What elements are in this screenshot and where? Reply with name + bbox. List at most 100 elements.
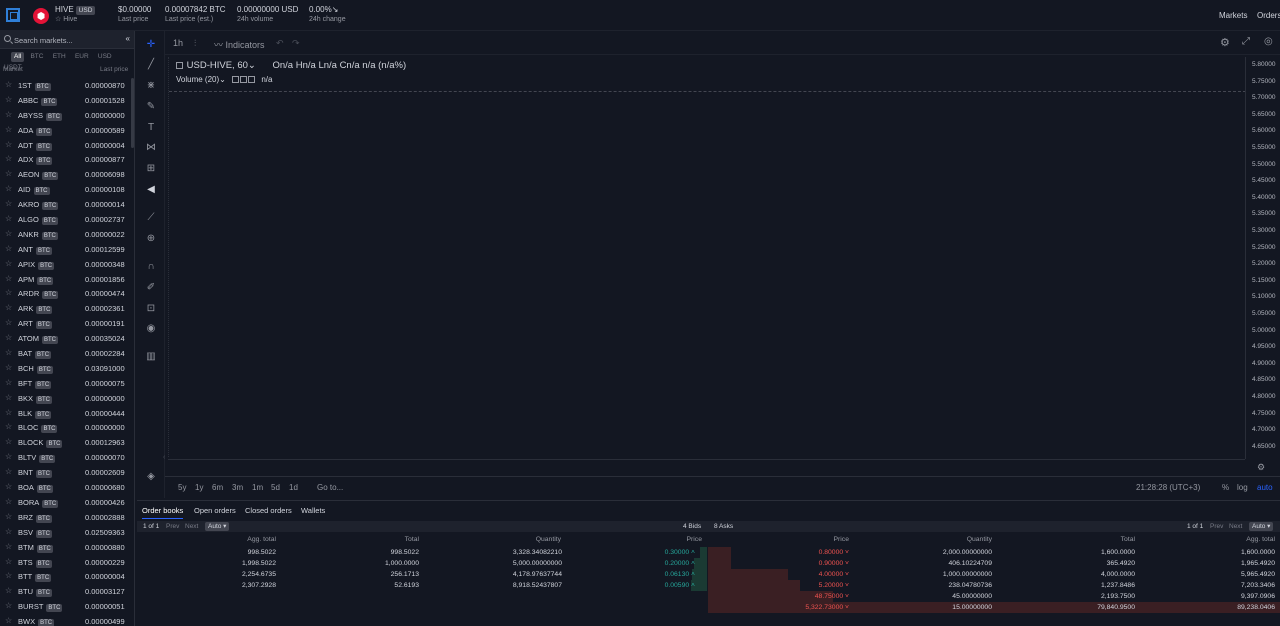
star-icon[interactable]: ☆ [5, 318, 12, 328]
star-icon[interactable]: ☆ [5, 154, 12, 164]
bid-row[interactable]: 2,254.6735 256.1713 4,178.97637744 0.06130 … [137, 569, 707, 580]
market-row[interactable]: ☆ ALGO BTC 0.00002737 [0, 212, 131, 227]
range-1m[interactable]: 1m [252, 483, 263, 492]
zoom-in-icon[interactable]: ⊕ [145, 233, 157, 245]
bids-auto-select[interactable]: Auto ▾ [205, 522, 230, 531]
market-row[interactable]: ☆ BLTV BTC 0.00000070 [0, 450, 131, 465]
filter-all[interactable]: All [11, 52, 25, 62]
market-row[interactable]: ☆ BKX BTC 0.00000000 [0, 391, 131, 406]
ruler-icon[interactable]: ⟋ [145, 212, 157, 224]
market-row[interactable]: ☆ ANT BTC 0.00012599 [0, 242, 131, 257]
star-icon[interactable]: ☆ [5, 452, 12, 462]
asks-prev-button[interactable]: Prev [1210, 522, 1223, 531]
pair-subtitle[interactable]: ☆ Hive [55, 15, 77, 23]
ask-header-qty[interactable]: Quantity [967, 536, 992, 543]
star-icon[interactable]: ☆ [5, 348, 12, 358]
filter-eur[interactable]: EUR [72, 52, 92, 62]
star-icon[interactable]: ☆ [5, 437, 12, 447]
star-icon[interactable]: ☆ [5, 586, 12, 596]
market-row[interactable]: ☆ BNT BTC 0.00002609 [0, 465, 131, 480]
eye-icon[interactable]: ◉ [145, 323, 157, 335]
ask-row[interactable]: 0.80000 ˅ 2,000.00000000 1,600.0000 1,600.0… [708, 547, 1280, 558]
trend-line-icon[interactable]: ╱ [145, 59, 157, 71]
star-icon[interactable]: ☆ [5, 125, 12, 135]
tab-closed-orders[interactable]: Closed orders [245, 506, 292, 515]
ask-row[interactable]: 48.75000 ˅ 45.00000000 2,193.7500 9,397.090… [708, 591, 1280, 602]
undo-icon[interactable]: ↶ [276, 38, 284, 49]
market-row[interactable]: ☆ ABBC BTC 0.00001528 [0, 93, 131, 108]
bid-row[interactable]: 2,307.2928 52.6193 8,918.52437807 0.00590 ˄ [137, 580, 707, 591]
brush-icon[interactable]: ✎ [145, 101, 157, 113]
stay-drawing-icon[interactable]: ✐ [145, 282, 157, 294]
market-row[interactable]: ☆ ADA BTC 0.00000589 [0, 123, 131, 138]
star-icon[interactable]: ☆ [5, 199, 12, 209]
market-row[interactable]: ☆ BTT BTC 0.00000004 [0, 569, 131, 584]
market-row[interactable]: ☆ AEON BTC 0.00006098 [0, 167, 131, 182]
price-axis[interactable]: 5.80000 5.75000 5.70000 5.65000 5.60000 5.550… [1245, 57, 1280, 459]
market-row[interactable]: ☆ ABYSS BTC 0.00000000 [0, 108, 131, 123]
percent-scale[interactable]: % [1222, 483, 1229, 492]
range-3m[interactable]: 3m [232, 483, 243, 492]
market-row[interactable]: ☆ BLOCK BTC 0.00012963 [0, 435, 131, 450]
star-icon[interactable]: ☆ [5, 542, 12, 552]
bid-row[interactable]: 998.5022 998.5022 3,328.34082210 0.30000 ˄ [137, 547, 707, 558]
market-row[interactable]: ☆ 1ST BTC 0.00000870 [0, 78, 131, 93]
star-icon[interactable]: ☆ [5, 274, 12, 284]
star-icon[interactable]: ☆ [5, 571, 12, 581]
redo-icon[interactable]: ↷ [292, 38, 300, 49]
ask-row[interactable]: 5.20000 ˅ 238.04780736 1,237.8486 7,203.340… [708, 580, 1280, 591]
time-axis[interactable] [168, 459, 1245, 475]
star-icon[interactable]: ☆ [5, 214, 12, 224]
market-row[interactable]: ☆ BCH BTC 0.03091000 [0, 361, 131, 376]
range-1y[interactable]: 1y [195, 483, 203, 492]
tab-wallets[interactable]: Wallets [301, 506, 325, 515]
collapse-sidebar-icon[interactable]: « [126, 34, 130, 43]
auto-scale[interactable]: auto [1257, 483, 1273, 492]
ask-header-price[interactable]: Price [834, 536, 850, 543]
star-icon[interactable]: ☆ [5, 393, 12, 403]
star-icon[interactable]: ☆ [5, 408, 12, 418]
star-icon[interactable]: ☆ [5, 110, 12, 120]
market-row[interactable]: ☆ BLOC BTC 0.00000000 [0, 420, 131, 435]
nav-markets[interactable]: Markets [1219, 11, 1247, 20]
bid-row[interactable]: 1,998.5022 1,000.0000 5,000.00000000 0.2000… [137, 558, 707, 569]
market-row[interactable]: ☆ AID BTC 0.00000108 [0, 182, 131, 197]
bid-header-total[interactable]: Total [405, 536, 419, 543]
tab-order-books[interactable]: Order books [142, 506, 184, 519]
range-1d[interactable]: 1d [289, 483, 298, 492]
market-row[interactable]: ☆ APM BTC 0.00001856 [0, 272, 131, 287]
settings-icon[interactable] [240, 76, 248, 83]
market-row[interactable]: ☆ BFT BTC 0.00000075 [0, 376, 131, 391]
market-row[interactable]: ☆ AKRO BTC 0.00000014 [0, 197, 131, 212]
star-icon[interactable]: ☆ [5, 363, 12, 373]
search-input[interactable] [14, 33, 114, 47]
star-icon[interactable]: ☆ [5, 244, 12, 254]
star-icon[interactable]: ☆ [5, 184, 12, 194]
star-icon[interactable]: ☆ [5, 229, 12, 239]
magnet-icon[interactable]: ∩ [145, 261, 157, 273]
chart-pane[interactable]: USD-HIVE, 60⌄ On/a Hn/a Ln/a Cn/a n/a (n… [168, 57, 1246, 457]
app-logo-icon[interactable] [6, 8, 20, 22]
bids-prev-button[interactable]: Prev [166, 522, 179, 531]
axis-settings-icon[interactable]: ⚙ [1257, 462, 1265, 473]
market-row[interactable]: ☆ ARDR BTC 0.00000474 [0, 286, 131, 301]
remove-icon[interactable] [248, 76, 256, 83]
star-icon[interactable]: ☆ [5, 303, 12, 313]
nav-orders[interactable]: Orders [1257, 11, 1280, 20]
market-row[interactable]: ☆ ATOM BTC 0.00035024 [0, 331, 131, 346]
market-row[interactable]: ☆ BTS BTC 0.00000229 [0, 555, 131, 570]
market-row[interactable]: ☆ BLK BTC 0.00000444 [0, 406, 131, 421]
star-icon[interactable]: ☆ [5, 482, 12, 492]
indicators-button[interactable]: 〰 Indicators [214, 38, 265, 51]
range-5d[interactable]: 5d [271, 483, 280, 492]
star-icon[interactable]: ☆ [5, 467, 12, 477]
chevron-left-icon[interactable]: ‹ [163, 454, 165, 461]
market-row[interactable]: ☆ ANKR BTC 0.00000022 [0, 227, 131, 242]
chart-symbol[interactable]: USD-HIVE, 60 [187, 60, 248, 71]
star-icon[interactable]: ☆ [5, 616, 12, 626]
clock-time[interactable]: 21:28:28 (UTC+3) [1136, 483, 1200, 492]
lock-icon[interactable]: ⊡ [145, 303, 157, 315]
star-icon[interactable]: ☆ [5, 512, 12, 522]
crosshair-icon[interactable]: ✛ [145, 39, 157, 51]
range-6m[interactable]: 6m [212, 483, 223, 492]
